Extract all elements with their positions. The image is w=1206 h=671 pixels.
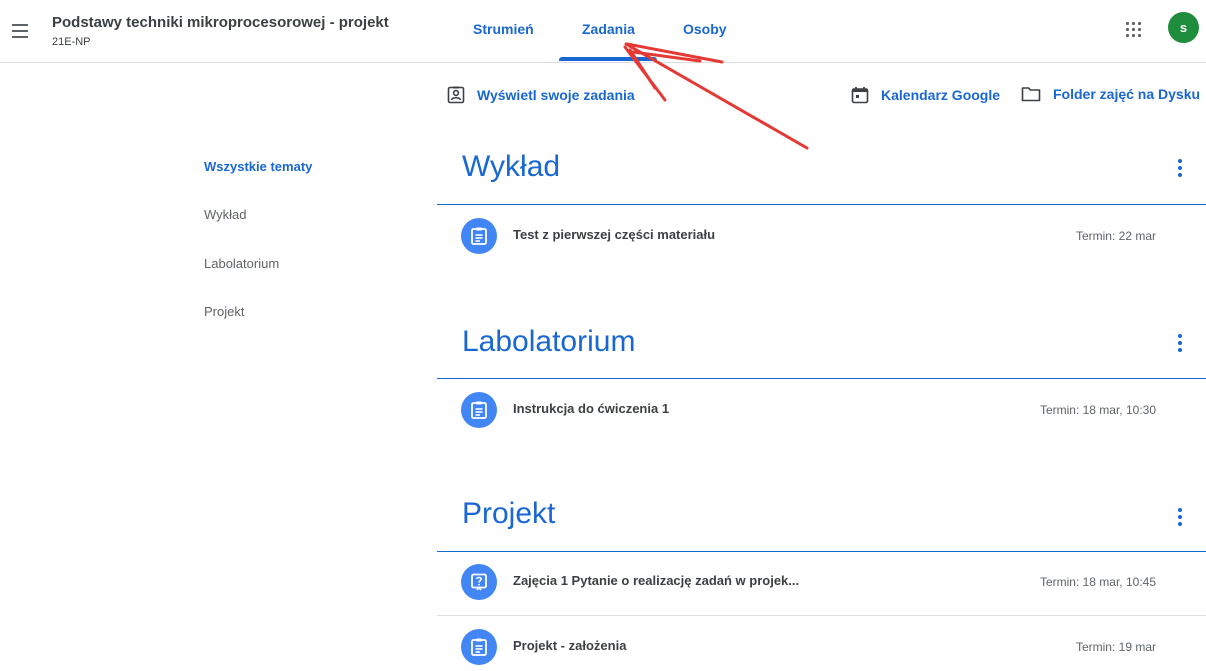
tab-stream[interactable]: Strumień [473,21,534,37]
item-title: Test z pierwszej części materiału [513,227,716,242]
item-title: Instrukcja do ćwiczenia 1 [513,401,670,416]
topic-nav-all[interactable]: Wszystkie tematy [204,159,312,174]
more-options-icon[interactable] [1175,334,1185,352]
google-apps-icon[interactable] [1126,22,1142,38]
item-due-date: Termin: 22 mar [1075,229,1156,243]
drive-folder-label: Folder zajęć na Dysku [1053,86,1201,102]
calendar-icon [851,87,869,104]
view-your-work-label: Wyświetl swoje zadania [477,87,635,103]
topic-nav-lab[interactable]: Labolatorium [204,256,279,271]
topic-nav-lecture[interactable]: Wykład [204,207,247,222]
topic-divider [437,551,1206,552]
topic-divider [437,378,1206,379]
avatar[interactable]: s [1168,12,1199,43]
tab-classwork[interactable]: Zadania [582,21,635,37]
topic-title-lab: Labolatorium [462,325,636,358]
top-app-bar: Podstawy techniki mikroprocesorowej - pr… [0,0,1206,63]
item-due-date: Termin: 18 mar, 10:45 [1039,575,1156,589]
active-tab-indicator [559,57,657,61]
folder-icon [1021,87,1041,102]
class-title[interactable]: Podstawy techniki mikroprocesorowej - pr… [52,14,389,31]
class-section: 21E-NP [52,36,91,48]
topic-title-project: Projekt [462,497,556,530]
topic-divider [437,204,1206,205]
item-due-date: Termin: 18 mar, 10:30 [1039,403,1156,417]
view-your-work-link[interactable]: Wyświetl swoje zadania [447,86,635,104]
google-calendar-link[interactable]: Kalendarz Google [851,86,1000,104]
assignment-icon [461,629,497,665]
item-due-date: Termin: 19 mar [1075,640,1156,654]
main-menu-icon[interactable] [12,24,28,38]
item-title: Zajęcia 1 Pytanie o realizację zadań w p… [513,573,800,588]
list-item[interactable]: Instrukcja do ćwiczenia 1 Termin: 18 mar… [437,386,1206,434]
item-title: Projekt - założenia [513,638,627,653]
topic-title-lecture: Wykład [462,150,561,183]
question-icon [461,564,497,600]
more-options-icon[interactable] [1175,159,1185,177]
list-item[interactable]: Zajęcia 1 Pytanie o realizację zadań w p… [437,558,1206,606]
row-divider [437,615,1206,616]
more-options-icon[interactable] [1175,508,1185,526]
topic-nav-project[interactable]: Projekt [204,304,244,319]
assignment-icon [461,218,497,254]
person-badge-icon [447,86,465,104]
tab-people[interactable]: Osoby [683,21,727,37]
list-item[interactable]: Projekt - założenia Termin: 19 mar [437,623,1206,671]
google-calendar-label: Kalendarz Google [881,87,1001,103]
assignment-icon [461,392,497,428]
list-item[interactable]: Test z pierwszej części materiału Termin… [437,212,1206,260]
drive-folder-link[interactable]: Folder zajęć na Dysku [1021,86,1200,102]
